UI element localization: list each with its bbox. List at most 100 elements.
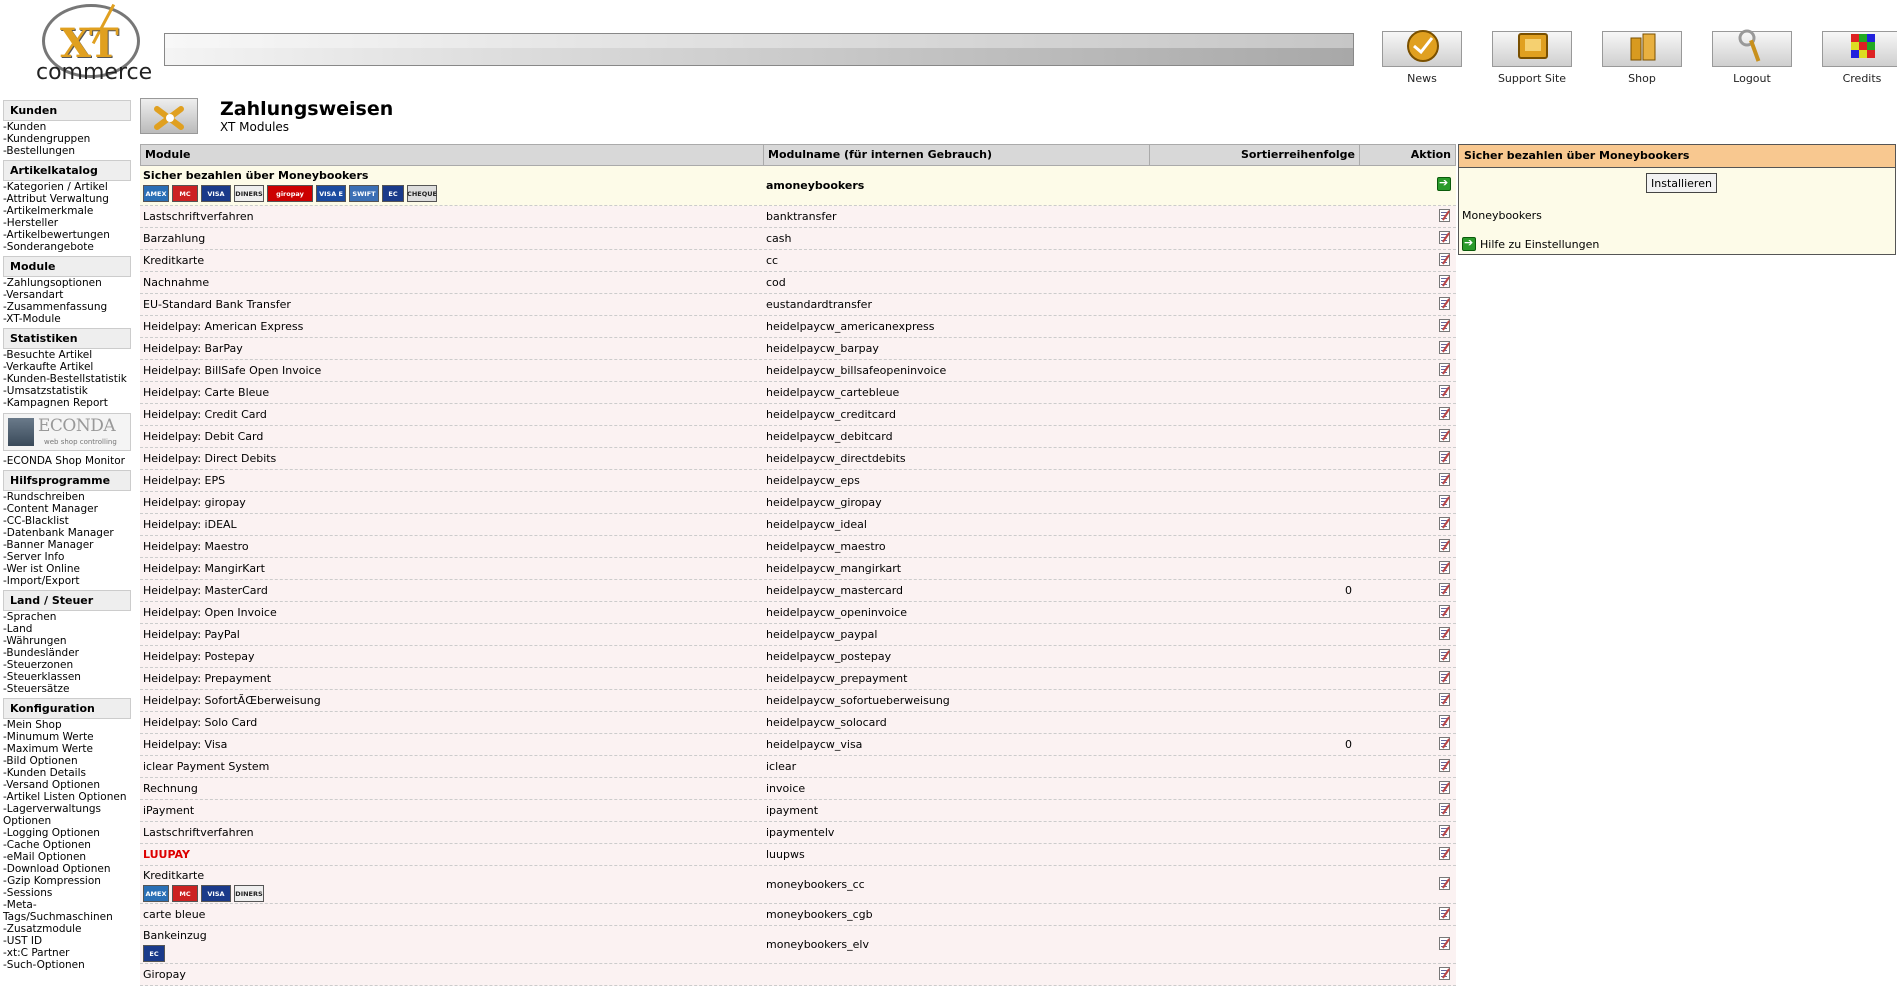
table-row[interactable]: Heidelpay: American Express heidelpaycw_a…	[140, 316, 1456, 338]
sidebar-item[interactable]: -Bestellungen	[3, 145, 131, 157]
edit-icon[interactable]	[1438, 715, 1450, 728]
sidebar-item[interactable]: -Sonderangebote	[3, 241, 131, 253]
sidebar-item[interactable]: -xt:C Partner	[3, 947, 131, 959]
edit-icon[interactable]	[1438, 451, 1450, 464]
arrow-right-icon[interactable]	[1437, 176, 1451, 191]
action-cell[interactable]	[1430, 209, 1458, 225]
edit-icon[interactable]	[1438, 781, 1450, 794]
edit-icon[interactable]	[1438, 759, 1450, 772]
edit-icon[interactable]	[1438, 319, 1450, 332]
edit-icon[interactable]	[1438, 605, 1450, 618]
table-row[interactable]: Heidelpay: Open Invoice heidelpaycw_openi…	[140, 602, 1456, 624]
sidebar-item[interactable]: -XT-Module	[3, 313, 131, 325]
edit-icon[interactable]	[1438, 231, 1450, 244]
action-cell[interactable]	[1430, 715, 1458, 731]
sidebar-item[interactable]: -Lagerverwaltungs Optionen	[3, 803, 131, 827]
edit-icon[interactable]	[1438, 341, 1450, 354]
table-row[interactable]: Heidelpay: Maestro heidelpaycw_maestro	[140, 536, 1456, 558]
edit-icon[interactable]	[1438, 671, 1450, 684]
edit-icon[interactable]	[1438, 209, 1450, 222]
edit-icon[interactable]	[1438, 693, 1450, 706]
table-row[interactable]: Heidelpay: MasterCard heidelpaycw_masterc…	[140, 580, 1456, 602]
sidebar-item[interactable]: -Artikelbewertungen	[3, 229, 131, 241]
sidebar-item[interactable]: -Artikelmerkmale	[3, 205, 131, 217]
sidebar-item[interactable]: -Zahlungsoptionen	[3, 277, 131, 289]
edit-icon[interactable]	[1438, 803, 1450, 816]
action-cell[interactable]	[1430, 473, 1458, 489]
action-cell[interactable]	[1430, 737, 1458, 753]
sidebar-item[interactable]: -Minumum Werte	[3, 731, 131, 743]
table-row[interactable]: Heidelpay: Carte Bleue heidelpaycw_carteb…	[140, 382, 1456, 404]
sidebar-item[interactable]: -Cache Optionen	[3, 839, 131, 851]
sidebar-item[interactable]: -Mein Shop	[3, 719, 131, 731]
table-row[interactable]: Heidelpay: Visa heidelpaycw_visa 0	[140, 734, 1456, 756]
edit-icon[interactable]	[1438, 583, 1450, 596]
action-cell[interactable]	[1430, 561, 1458, 577]
table-row[interactable]: Barzahlung cash	[140, 228, 1456, 250]
table-row[interactable]: Sicher bezahlen über Moneybookers AMEX MC V…	[140, 166, 1456, 206]
sidebar-item[interactable]: -Hersteller	[3, 217, 131, 229]
action-cell[interactable]	[1430, 231, 1458, 247]
table-row[interactable]: Heidelpay: Postepay heidelpaycw_postepay	[140, 646, 1456, 668]
sidebar-item[interactable]: -Content Manager	[3, 503, 131, 515]
sidebar-item[interactable]: -eMail Optionen	[3, 851, 131, 863]
action-cell[interactable]	[1430, 275, 1458, 291]
sidebar-item[interactable]: -Logging Optionen	[3, 827, 131, 839]
edit-icon[interactable]	[1438, 877, 1450, 890]
action-cell[interactable]	[1430, 627, 1458, 643]
table-row[interactable]: Heidelpay: Solo Card heidelpaycw_solocard	[140, 712, 1456, 734]
table-row[interactable]: Rechnung invoice	[140, 778, 1456, 800]
nav-logout-button[interactable]: Logout	[1711, 29, 1793, 85]
edit-icon[interactable]	[1438, 847, 1450, 860]
table-row[interactable]: carte bleue moneybookers_cgb	[140, 904, 1456, 926]
action-cell[interactable]	[1430, 671, 1458, 687]
action-cell[interactable]	[1430, 176, 1458, 194]
edit-icon[interactable]	[1438, 907, 1450, 920]
table-row[interactable]: Heidelpay: Credit Card heidelpaycw_credit…	[140, 404, 1456, 426]
table-row[interactable]: Heidelpay: BillSafe Open Invoice heidelpa…	[140, 360, 1456, 382]
action-cell[interactable]	[1430, 605, 1458, 621]
sidebar-item[interactable]: -Besuchte Artikel	[3, 349, 131, 361]
action-cell[interactable]	[1430, 341, 1458, 357]
table-row[interactable]: Heidelpay: Debit Card heidelpaycw_debitca…	[140, 426, 1456, 448]
table-row[interactable]: Nachnahme cod	[140, 272, 1456, 294]
action-cell[interactable]	[1430, 539, 1458, 555]
table-row[interactable]: Lastschriftverfahren banktransfer	[140, 206, 1456, 228]
sidebar-item[interactable]: -Download Optionen	[3, 863, 131, 875]
table-row[interactable]: Heidelpay: EPS heidelpaycw_eps	[140, 470, 1456, 492]
table-row[interactable]: iPayment ipayment	[140, 800, 1456, 822]
help-settings-link[interactable]: Hilfe zu Einstellungen	[1462, 236, 1599, 251]
sidebar-item[interactable]: -CC-Blacklist	[3, 515, 131, 527]
edit-icon[interactable]	[1438, 495, 1450, 508]
action-cell[interactable]	[1430, 877, 1458, 893]
action-cell[interactable]	[1430, 319, 1458, 335]
action-cell[interactable]	[1430, 451, 1458, 467]
table-row[interactable]: Heidelpay: SofortÃŒberweisung heidelpaycw…	[140, 690, 1456, 712]
sidebar-item[interactable]: -Banner Manager	[3, 539, 131, 551]
sidebar-item[interactable]: -Kundengruppen	[3, 133, 131, 145]
edit-icon[interactable]	[1438, 517, 1450, 530]
edit-icon[interactable]	[1438, 539, 1450, 552]
install-button[interactable]: Installieren	[1646, 173, 1717, 193]
edit-icon[interactable]	[1438, 473, 1450, 486]
nav-support-button[interactable]: Support Site	[1491, 31, 1573, 85]
edit-icon[interactable]	[1438, 649, 1450, 662]
action-cell[interactable]	[1430, 649, 1458, 665]
table-row[interactable]: Heidelpay: giropay heidelpaycw_giropay	[140, 492, 1456, 514]
sidebar-item[interactable]: -Versand Optionen	[3, 779, 131, 791]
sidebar-item[interactable]: -Sprachen	[3, 611, 131, 623]
action-cell[interactable]	[1430, 693, 1458, 709]
table-row[interactable]: LUUPAY luupws	[140, 844, 1456, 866]
action-cell[interactable]	[1430, 429, 1458, 445]
sidebar-item[interactable]: -Kategorien / Artikel	[3, 181, 131, 193]
sidebar-item[interactable]: -Datenbank Manager	[3, 527, 131, 539]
edit-icon[interactable]	[1438, 275, 1450, 288]
action-cell[interactable]	[1430, 907, 1458, 923]
sidebar-item[interactable]: -Steuerzonen	[3, 659, 131, 671]
table-row[interactable]: Kreditkarte AMEX MC VISA DINERS moneybookers_…	[140, 866, 1456, 904]
sidebar-item[interactable]: -Zusatzmodule	[3, 923, 131, 935]
sidebar-item[interactable]: -Bild Optionen	[3, 755, 131, 767]
sidebar-item[interactable]: -Land	[3, 623, 131, 635]
table-row[interactable]: Heidelpay: iDEAL heidelpaycw_ideal	[140, 514, 1456, 536]
action-cell[interactable]	[1430, 407, 1458, 423]
